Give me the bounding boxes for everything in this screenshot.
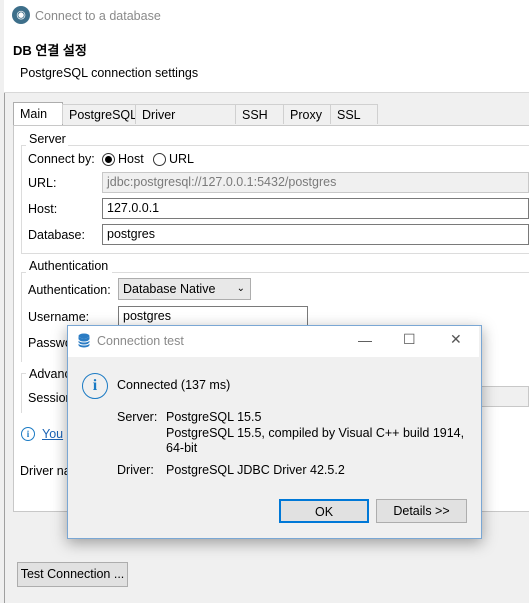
maximize-icon[interactable]: ☐ — [403, 331, 416, 348]
authentication-select[interactable]: Database Native ⌄ — [118, 278, 251, 300]
tab-main[interactable]: Main — [13, 102, 63, 126]
tab-proxy[interactable]: Proxy — [283, 104, 331, 124]
tab-driver-properties[interactable]: Driver properties — [135, 104, 236, 142]
header-title: DB 연결 설정 — [13, 43, 87, 58]
server-arch: 64-bit — [166, 441, 198, 455]
driver-name-label: Driver na — [20, 464, 71, 478]
session-label: Session — [28, 391, 73, 405]
authentication-label: Authentication: — [28, 283, 111, 297]
server-group-border — [68, 145, 529, 146]
authentication-select-value: Database Native — [123, 282, 216, 296]
host-radio[interactable] — [102, 153, 115, 166]
password-label: Passwo — [28, 336, 72, 350]
database-field[interactable]: postgres — [102, 224, 529, 245]
username-label: Username: — [28, 310, 90, 324]
host-radio-label[interactable]: Host — [118, 152, 144, 166]
session-field[interactable] — [480, 386, 529, 407]
ok-button[interactable]: OK — [279, 499, 369, 523]
dialog-title: Connection test — [97, 334, 184, 348]
url-field[interactable]: jdbc:postgresql://127.0.0.1:5432/postgre… — [102, 172, 529, 193]
connect-by-label: Connect by: — [28, 152, 95, 166]
host-label: Host: — [28, 202, 58, 216]
driver-info-label: Driver: — [117, 463, 154, 477]
advanced-group-label: Advanc — [29, 367, 71, 381]
database-icon — [78, 333, 90, 348]
info-circle-icon: i — [82, 373, 108, 399]
database-label: Database: — [28, 228, 85, 242]
auth-group-border — [21, 272, 22, 362]
advanced-group-border — [21, 373, 22, 413]
server-group-label: Server — [29, 132, 66, 146]
url-label: URL: — [28, 176, 57, 190]
header-subtitle: PostgreSQL connection settings — [20, 66, 199, 80]
window-title: Connect to a database — [35, 9, 161, 23]
test-connection-button[interactable]: Test Connection ... — [17, 562, 128, 587]
server-group-border — [21, 145, 22, 253]
server-info-label: Server: — [117, 410, 158, 424]
info-link[interactable]: You — [42, 427, 63, 441]
url-radio-label[interactable]: URL — [169, 152, 194, 166]
dbeaver-app-icon: ◉ — [12, 6, 30, 24]
minimize-icon[interactable]: — — [358, 332, 372, 348]
url-radio[interactable] — [153, 153, 166, 166]
server-group-border — [21, 253, 529, 254]
host-field[interactable]: 127.0.0.1 — [102, 198, 529, 219]
tab-postgresql[interactable]: PostgreSQL — [62, 104, 137, 124]
info-icon: i — [21, 427, 35, 441]
username-field[interactable]: postgres — [118, 306, 308, 327]
tab-ssl[interactable]: SSL — [330, 104, 378, 124]
details-button[interactable]: Details >> — [376, 499, 467, 523]
auth-group-border — [112, 272, 529, 273]
server-version: PostgreSQL 15.5 — [166, 410, 262, 424]
driver-info-value: PostgreSQL JDBC Driver 42.5.2 — [166, 463, 345, 477]
chevron-down-icon: ⌄ — [236, 283, 245, 294]
tab-ssh[interactable]: SSH — [235, 104, 284, 124]
auth-group-label: Authentication — [29, 259, 109, 273]
connection-status: Connected (137 ms) — [117, 378, 231, 392]
close-icon[interactable]: ✕ — [450, 331, 462, 348]
server-build-info: PostgreSQL 15.5, compiled by Visual C++ … — [166, 426, 465, 440]
